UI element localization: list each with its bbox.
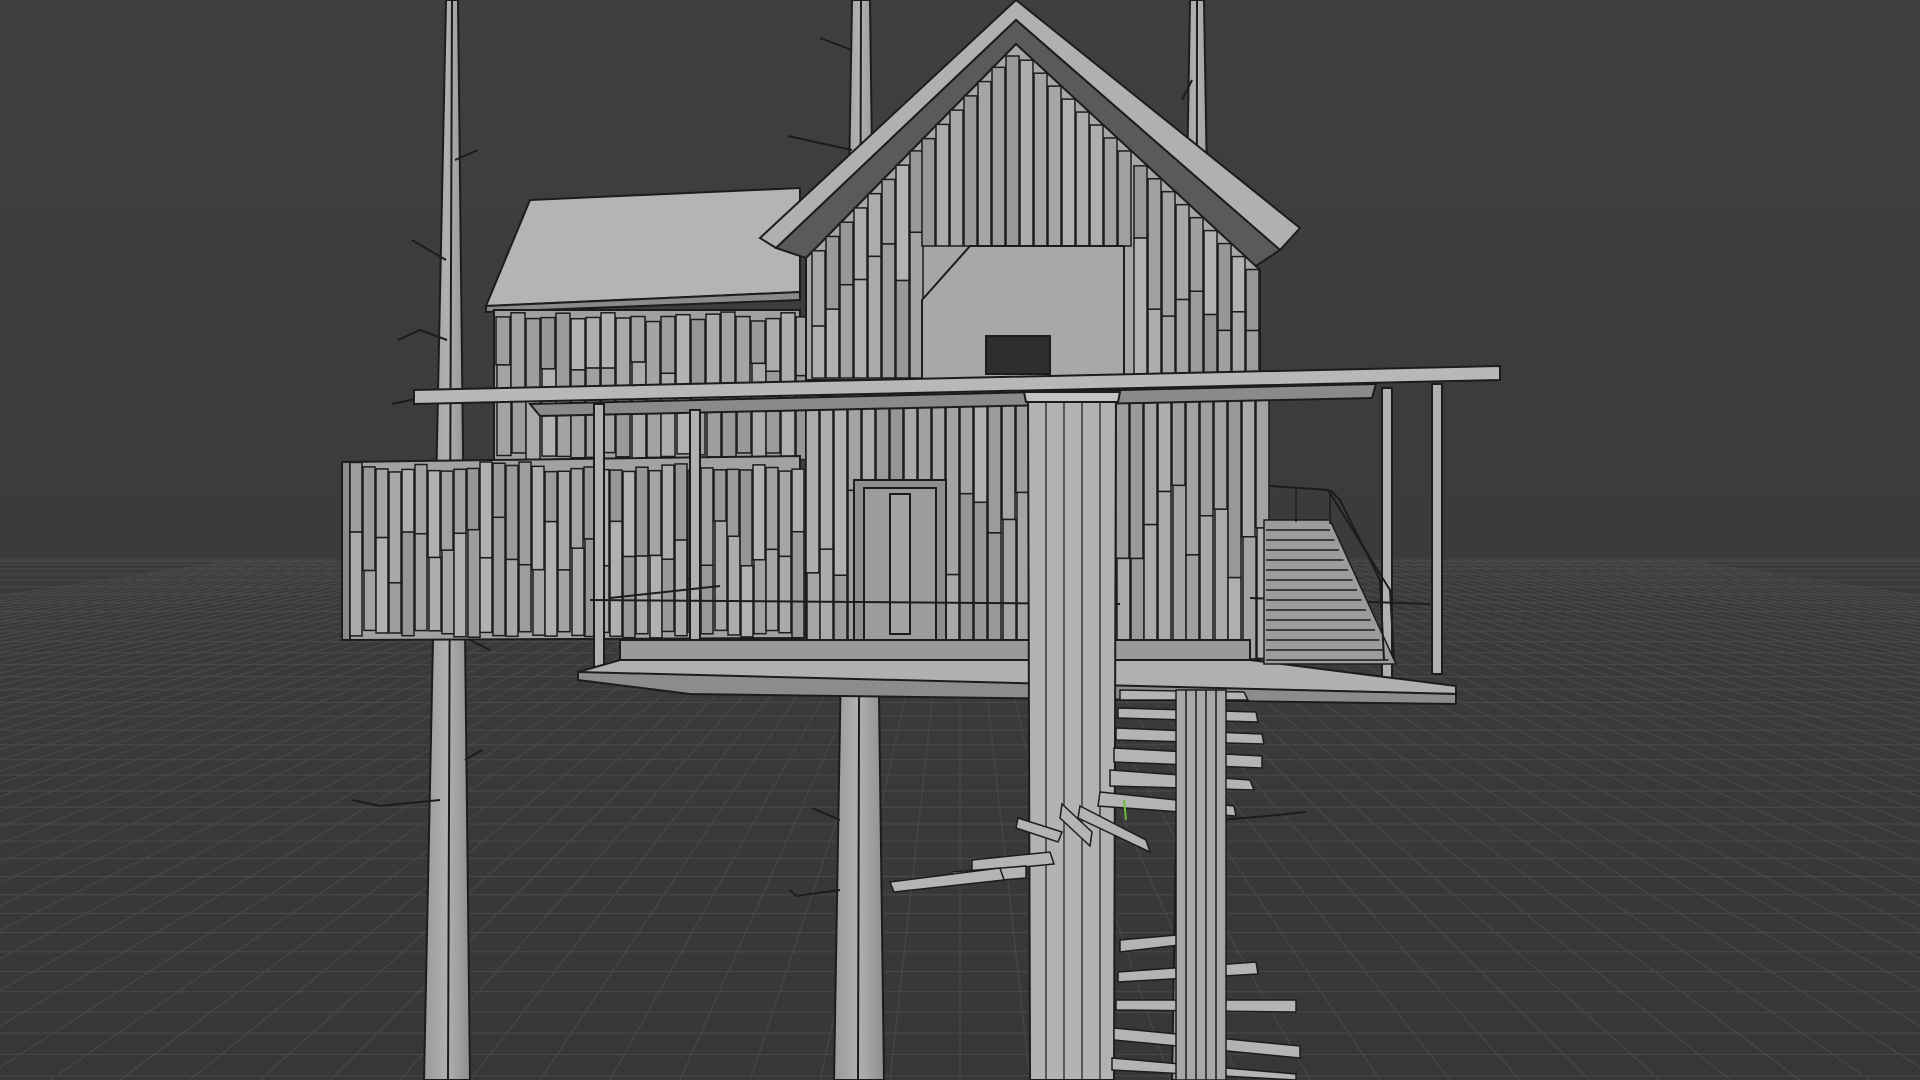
tree-trunk-front	[1022, 391, 1122, 1080]
viewport-canvas[interactable]	[0, 0, 1920, 1080]
balcony-wall-left	[341, 454, 805, 642]
house-side-wing	[484, 186, 811, 461]
window	[985, 335, 1051, 375]
doorway	[853, 479, 947, 651]
3d-viewport[interactable]	[0, 0, 1920, 1080]
